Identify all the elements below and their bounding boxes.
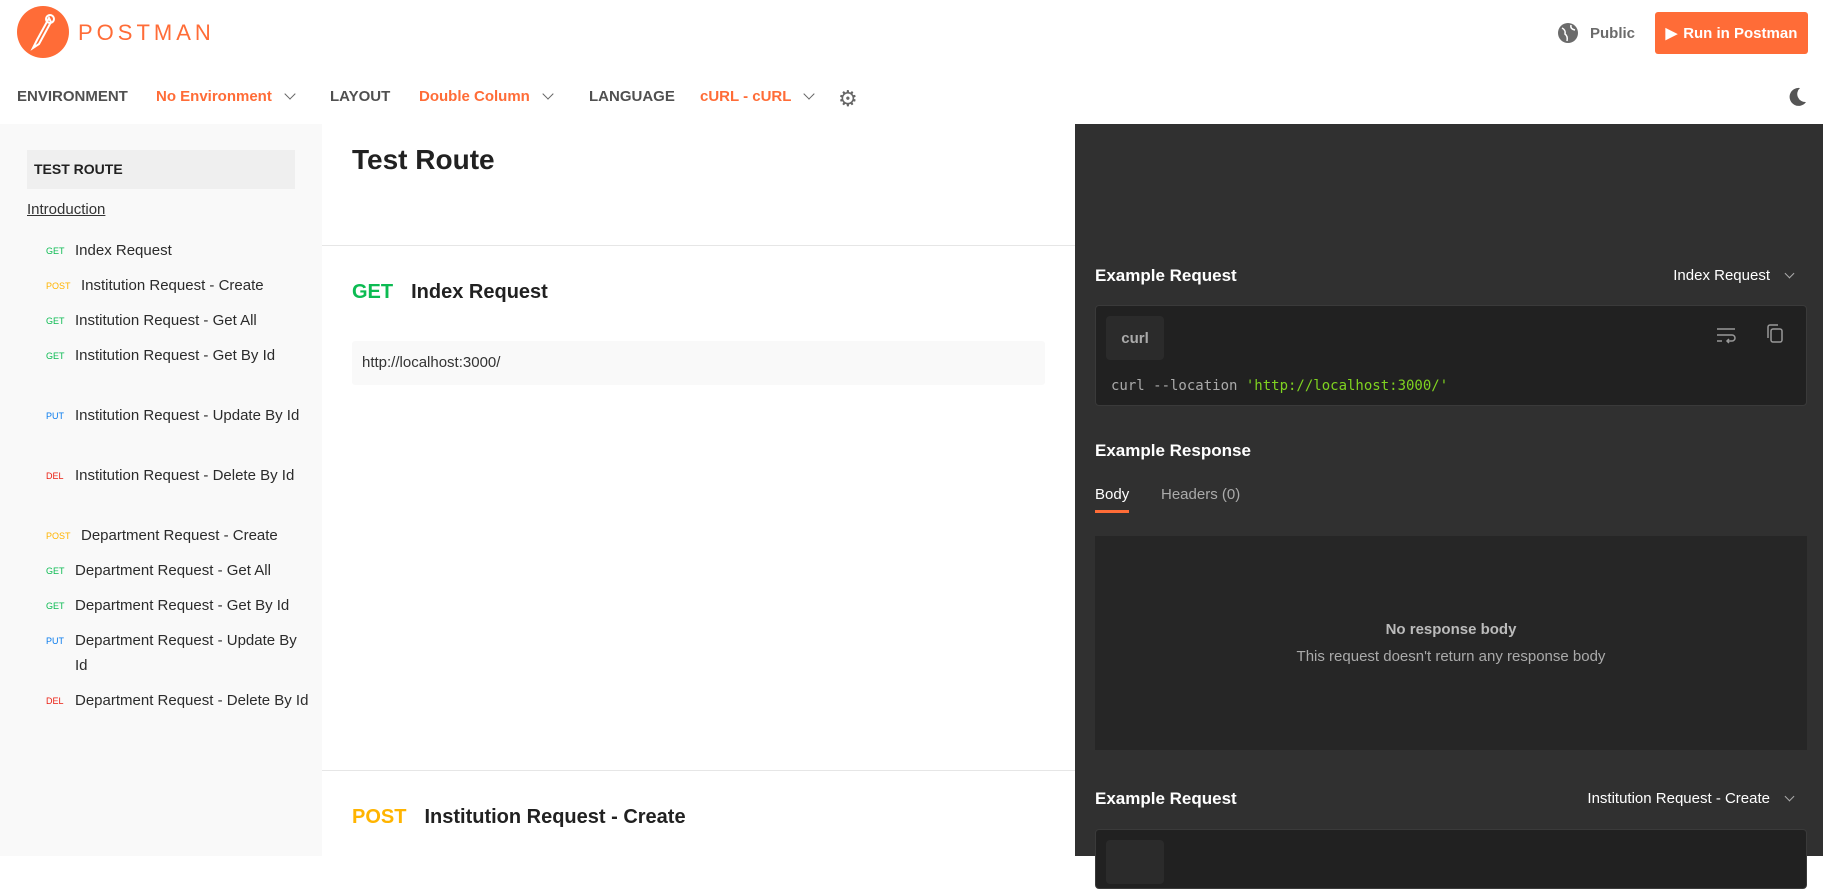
example-request-select[interactable]: Index Request xyxy=(1673,267,1795,284)
sidebar-item[interactable]: DEL Department Request - Delete By Id xyxy=(46,688,311,714)
sidebar-item[interactable]: GET Institution Request - Get All xyxy=(46,308,311,334)
run-in-postman-button[interactable]: ▶ Run in Postman xyxy=(1655,12,1808,54)
method-badge: GET xyxy=(46,566,65,576)
environment-label: ENVIRONMENT xyxy=(17,88,128,105)
method-badge: PUT xyxy=(46,411,64,421)
globe-icon xyxy=(1557,22,1579,49)
sidebar-item[interactable]: DEL Institution Request - Delete By Id xyxy=(46,463,311,489)
sidebar-item-label: Index Request xyxy=(75,242,172,259)
code-block xyxy=(1095,829,1807,889)
sidebar xyxy=(0,124,322,856)
play-icon: ▶ xyxy=(1665,25,1678,42)
main-content: Test Route GET Index Request http://local… xyxy=(322,124,1075,856)
language-tag: curl xyxy=(1106,316,1164,360)
method-badge: GET xyxy=(46,316,65,326)
method-badge: POST xyxy=(46,531,71,541)
sidebar-item[interactable]: POST Institution Request - Create xyxy=(46,273,311,299)
method-badge: POST xyxy=(46,281,71,291)
postman-logo-icon xyxy=(17,6,69,58)
method-badge: GET xyxy=(46,246,65,256)
sidebar-item-label: Institution Request - Create xyxy=(81,277,264,294)
sidebar-item-label: Department Request - Delete By Id xyxy=(75,692,309,709)
sidebar-item-label: Institution Request - Update By Id xyxy=(75,407,300,424)
environment-select[interactable]: No Environment xyxy=(156,88,296,105)
examples-panel: Example Request Index Request curl curl … xyxy=(1075,124,1823,889)
empty-title: No response body xyxy=(1385,621,1517,638)
method-badge: GET xyxy=(46,601,65,611)
chevron-down-icon xyxy=(803,88,816,100)
example-response-heading: Example Response xyxy=(1095,441,1251,460)
method-badge: GET xyxy=(352,281,394,303)
chevron-down-icon xyxy=(1784,268,1795,279)
sidebar-item[interactable]: PUT Institution Request - Update By Id xyxy=(46,403,311,429)
sidebar-item[interactable]: GET Institution Request - Get By Id xyxy=(46,343,311,369)
chevron-down-icon xyxy=(542,88,554,100)
run-label: Run in Postman xyxy=(1683,24,1798,42)
request-heading: POST Institution Request - Create xyxy=(352,806,686,829)
sidebar-item[interactable]: GET Department Request - Get By Id xyxy=(46,593,311,619)
method-badge: DEL xyxy=(46,471,64,481)
sidebar-item[interactable]: PUT Department Request - Update By Id xyxy=(46,628,311,678)
language-tag xyxy=(1106,840,1164,884)
code-block: curl curl --location 'http://localhost:3… xyxy=(1095,305,1807,406)
page-title: Test Route xyxy=(352,144,495,175)
method-badge: PUT xyxy=(46,636,64,646)
example-request-heading: Example Request xyxy=(1095,266,1237,285)
chevron-down-icon xyxy=(1784,791,1795,802)
divider xyxy=(322,770,1075,771)
sidebar-heading[interactable]: TEST ROUTE xyxy=(27,150,295,189)
example-request-select[interactable]: Institution Request - Create xyxy=(1587,790,1795,807)
chevron-down-icon xyxy=(284,88,296,100)
sidebar-item-label: Institution Request - Delete By Id xyxy=(75,467,295,484)
brand-name: POSTMAN xyxy=(78,20,215,45)
sidebar-item-label: Institution Request - Get By Id xyxy=(75,347,276,364)
sidebar-item-label: Department Request - Create xyxy=(81,527,278,544)
public-label[interactable]: Public xyxy=(1590,25,1635,42)
layout-select[interactable]: Double Column xyxy=(419,88,554,105)
response-body: No response body This request doesn't re… xyxy=(1095,536,1807,750)
wrap-text-icon[interactable] xyxy=(1716,326,1736,349)
layout-label: LAYOUT xyxy=(330,88,391,105)
sidebar-item-label: Department Request - Update By Id xyxy=(75,632,297,674)
tab-body[interactable]: Body xyxy=(1095,486,1130,513)
method-badge: GET xyxy=(46,351,65,361)
sidebar-item-label: Department Request - Get All xyxy=(75,562,271,579)
sidebar-item-label: Department Request - Get By Id xyxy=(75,597,290,614)
dark-mode-moon-icon[interactable] xyxy=(1786,86,1808,113)
method-badge: DEL xyxy=(46,696,64,706)
empty-subtitle: This request doesn't return any response… xyxy=(1296,648,1606,665)
language-select[interactable]: cURL - cURL xyxy=(700,88,816,105)
request-name: Institution Request - Create xyxy=(424,806,686,828)
request-url: http://localhost:3000/ xyxy=(352,341,1045,385)
sidebar-item-label: Institution Request - Get All xyxy=(75,312,257,329)
language-label: LANGUAGE xyxy=(589,88,675,105)
example-request-heading: Example Request xyxy=(1095,789,1237,808)
request-heading: GET Index Request xyxy=(352,281,548,304)
divider xyxy=(322,245,1075,246)
copy-icon[interactable] xyxy=(1766,324,1784,349)
code-line: curl --location 'http://localhost:3000/' xyxy=(1111,378,1449,394)
sidebar-introduction-link[interactable]: Introduction xyxy=(27,201,105,218)
gear-icon[interactable]: ⚙ xyxy=(838,88,858,110)
sidebar-item[interactable]: GET Department Request - Get All xyxy=(46,558,311,584)
sidebar-item[interactable]: GET Index Request xyxy=(46,238,311,264)
sidebar-item[interactable]: POST Department Request - Create xyxy=(46,523,311,549)
request-name: Index Request xyxy=(411,281,548,303)
tab-headers[interactable]: Headers (0) xyxy=(1161,486,1240,503)
method-badge: POST xyxy=(352,806,407,828)
